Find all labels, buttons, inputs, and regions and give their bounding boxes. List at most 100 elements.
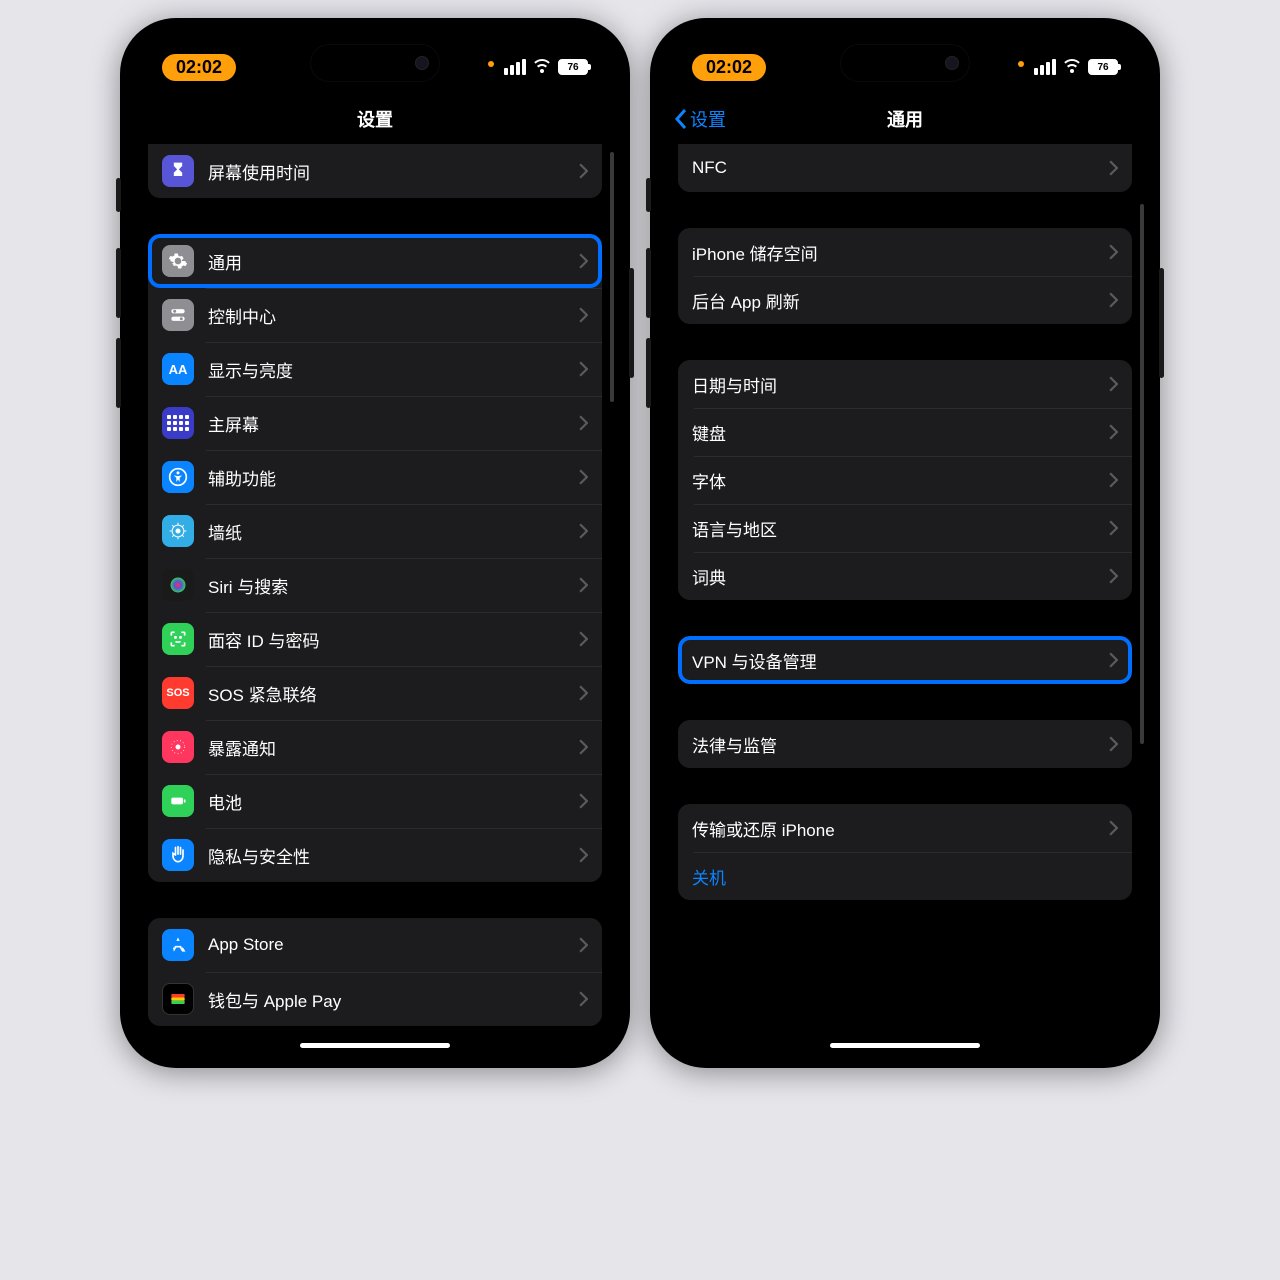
- row-control-center[interactable]: 控制中心: [148, 288, 602, 342]
- group-nfc: NFC: [678, 144, 1132, 192]
- status-right: 76: [1018, 59, 1118, 75]
- chevron-right-icon: [579, 685, 588, 701]
- back-button[interactable]: 设置: [674, 106, 726, 132]
- group-store-block: App Store 钱包与 Apple Pay: [148, 918, 602, 1026]
- row-faceid[interactable]: 面容 ID 与密码: [148, 612, 602, 666]
- row-label: 词典: [692, 564, 726, 589]
- volume-up: [116, 248, 121, 318]
- status-time[interactable]: 02:02: [162, 54, 236, 81]
- cellular-icon: [504, 59, 526, 75]
- phone-right: 02:02 76 设置 通用 NFC: [650, 18, 1160, 1068]
- appgrid-icon: [162, 407, 194, 439]
- row-iphone-storage[interactable]: iPhone 储存空间: [678, 228, 1132, 276]
- row-display[interactable]: AA 显示与亮度: [148, 342, 602, 396]
- chevron-right-icon: [1109, 472, 1118, 488]
- navbar: 设置 通用: [662, 94, 1148, 144]
- row-label: 主屏幕: [208, 411, 259, 436]
- row-dictionary[interactable]: 词典: [678, 552, 1132, 600]
- row-label: 字体: [692, 468, 726, 493]
- row-shutdown[interactable]: 关机: [678, 852, 1132, 900]
- row-label: 日期与时间: [692, 372, 777, 397]
- chevron-right-icon: [1109, 160, 1118, 176]
- row-date-time[interactable]: 日期与时间: [678, 360, 1132, 408]
- row-label: 后台 App 刷新: [692, 288, 800, 313]
- settings-list[interactable]: 屏幕使用时间 通用 控制中心 AA 显示与亮度: [132, 144, 618, 1056]
- mic-indicator-icon: [1018, 61, 1024, 67]
- row-fonts[interactable]: 字体: [678, 456, 1132, 504]
- toggles-icon: [162, 299, 194, 331]
- row-nfc[interactable]: NFC: [678, 144, 1132, 192]
- scroll-indicator[interactable]: [610, 152, 614, 402]
- group-datetime-block: 日期与时间 键盘 字体 语言与地区 词典: [678, 360, 1132, 600]
- hourglass-icon: [162, 155, 194, 187]
- row-label: NFC: [692, 158, 727, 178]
- exposure-icon: [162, 731, 194, 763]
- row-accessibility[interactable]: 辅助功能: [148, 450, 602, 504]
- row-keyboard[interactable]: 键盘: [678, 408, 1132, 456]
- chevron-right-icon: [579, 253, 588, 269]
- dynamic-island: [840, 44, 970, 82]
- camera-icon: [415, 56, 429, 70]
- chevron-right-icon: [1109, 568, 1118, 584]
- row-general[interactable]: 通用: [148, 234, 602, 288]
- row-appstore[interactable]: App Store: [148, 918, 602, 972]
- power-button: [1159, 268, 1164, 378]
- camera-icon: [945, 56, 959, 70]
- row-exposure[interactable]: 暴露通知: [148, 720, 602, 774]
- row-label: 键盘: [692, 420, 726, 445]
- chevron-left-icon: [674, 108, 688, 130]
- battery-row-icon: [162, 785, 194, 817]
- chevron-right-icon: [579, 361, 588, 377]
- row-label: VPN 与设备管理: [692, 648, 817, 673]
- wallet-icon: [162, 983, 194, 1015]
- volume-up: [646, 248, 651, 318]
- battery-icon: 76: [558, 59, 588, 75]
- row-label: 通用: [208, 249, 242, 274]
- volume-down: [646, 338, 651, 408]
- row-vpn-device-management[interactable]: VPN 与设备管理: [678, 636, 1132, 684]
- dynamic-island: [310, 44, 440, 82]
- row-background-refresh[interactable]: 后台 App 刷新: [678, 276, 1132, 324]
- home-indicator[interactable]: [830, 1043, 980, 1048]
- row-label: 墙纸: [208, 519, 242, 544]
- screen-left: 02:02 76 设置 屏幕使用时间: [132, 30, 618, 1056]
- chevron-right-icon: [1109, 292, 1118, 308]
- status-right: 76: [488, 59, 588, 75]
- chevron-right-icon: [1109, 244, 1118, 260]
- row-language-region[interactable]: 语言与地区: [678, 504, 1132, 552]
- row-battery[interactable]: 电池: [148, 774, 602, 828]
- row-label: 面容 ID 与密码: [208, 627, 319, 652]
- wallpaper-icon: [162, 515, 194, 547]
- chevron-right-icon: [579, 307, 588, 323]
- textsize-icon: AA: [162, 353, 194, 385]
- row-home-screen[interactable]: 主屏幕: [148, 396, 602, 450]
- row-siri[interactable]: Siri 与搜索: [148, 558, 602, 612]
- chevron-right-icon: [1109, 820, 1118, 836]
- row-transfer-restore[interactable]: 传输或还原 iPhone: [678, 804, 1132, 852]
- row-label: SOS 紧急联络: [208, 681, 317, 706]
- row-sos[interactable]: SOS SOS 紧急联络: [148, 666, 602, 720]
- chevron-right-icon: [579, 937, 588, 953]
- row-label: 传输或还原 iPhone: [692, 816, 835, 841]
- scroll-indicator[interactable]: [1140, 204, 1144, 744]
- chevron-right-icon: [1109, 424, 1118, 440]
- row-label: 电池: [208, 789, 242, 814]
- row-privacy[interactable]: 隐私与安全性: [148, 828, 602, 882]
- status-time[interactable]: 02:02: [692, 54, 766, 81]
- general-list[interactable]: NFC iPhone 储存空间 后台 App 刷新 日期与时间: [662, 144, 1148, 1056]
- page-title: 设置: [357, 106, 393, 132]
- row-label: 控制中心: [208, 303, 276, 328]
- row-wallet[interactable]: 钱包与 Apple Pay: [148, 972, 602, 1026]
- row-label: Siri 与搜索: [208, 573, 288, 598]
- chevron-right-icon: [579, 631, 588, 647]
- power-button: [629, 268, 634, 378]
- home-indicator[interactable]: [300, 1043, 450, 1048]
- chevron-right-icon: [1109, 376, 1118, 392]
- row-legal[interactable]: 法律与监管: [678, 720, 1132, 768]
- page-title: 通用: [887, 106, 923, 132]
- navbar: 设置: [132, 94, 618, 144]
- wifi-icon: [532, 59, 552, 75]
- chevron-right-icon: [1109, 736, 1118, 752]
- row-screen-time[interactable]: 屏幕使用时间: [148, 144, 602, 198]
- row-wallpaper[interactable]: 墙纸: [148, 504, 602, 558]
